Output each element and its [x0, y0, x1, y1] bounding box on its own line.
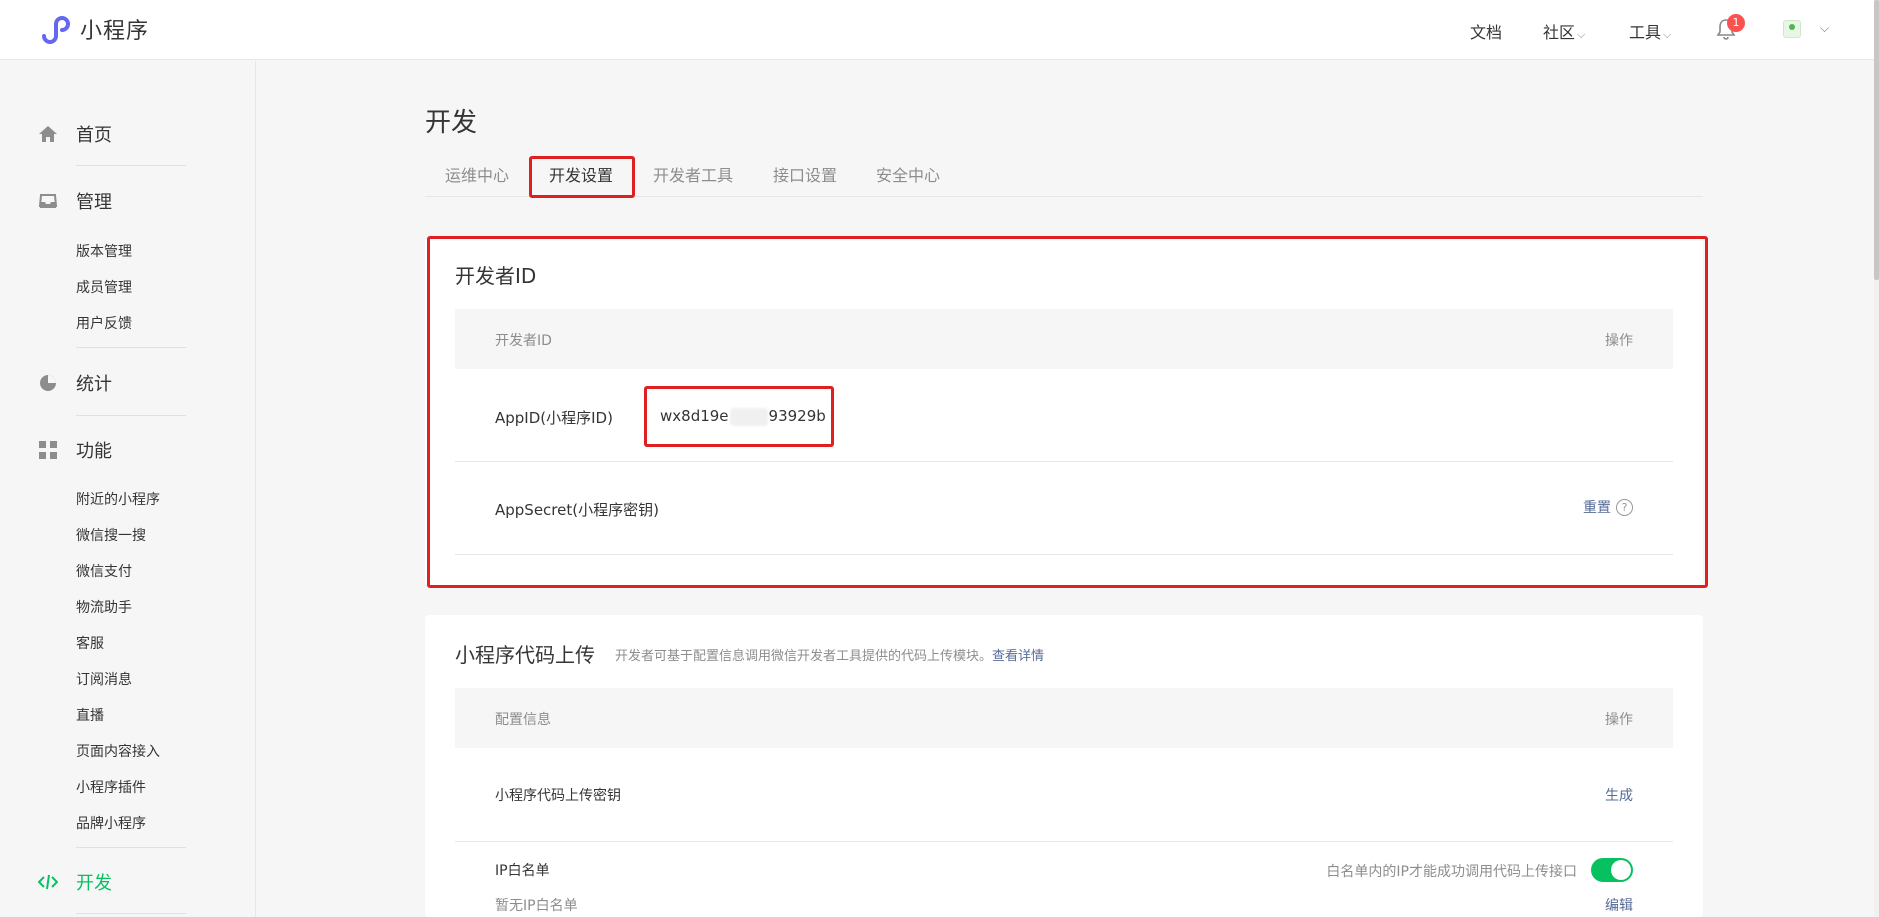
nav-tools[interactable]: 工具 ⌵ — [1629, 19, 1671, 43]
nav-community[interactable]: 社区 ⌵ — [1543, 19, 1585, 43]
developer-id-highlight-box — [427, 236, 1708, 588]
divider — [76, 913, 186, 914]
divider — [76, 165, 186, 166]
code-upload-card: 小程序代码上传 开发者可基于配置信息调用微信开发者工具提供的代码上传模块。查看详情… — [425, 615, 1703, 917]
grid-icon — [39, 441, 57, 459]
sidebar-item-plugins[interactable]: 小程序插件 — [76, 777, 146, 797]
divider — [76, 347, 186, 348]
sidebar-item-feedback[interactable]: 用户反馈 — [76, 313, 132, 333]
chevron-down-icon[interactable]: ⌵ — [1820, 21, 1829, 36]
ip-whitelist-hint: 白名单内的IP才能成功调用代码上传接口 — [1326, 864, 1577, 880]
sidebar-item-live[interactable]: 直播 — [76, 705, 104, 725]
sidebar-item-nearby[interactable]: 附近的小程序 — [76, 489, 160, 509]
home-icon — [39, 126, 57, 142]
ip-whitelist-label: IP白名单 — [495, 863, 550, 879]
view-details-link[interactable]: 查看详情 — [992, 649, 1044, 664]
column-header: 操作 — [1605, 712, 1633, 728]
generate-key-link[interactable]: 生成 — [1605, 785, 1633, 805]
nav-community-label: 社区 — [1543, 23, 1576, 42]
sidebar-item-manage[interactable]: 管理 — [38, 188, 112, 214]
tab-highlight-box — [529, 156, 635, 198]
table-row: 小程序代码上传密钥 生成 — [455, 748, 1673, 842]
sidebar-item-page-content[interactable]: 页面内容接入 — [76, 741, 160, 761]
sidebar-item-stats[interactable]: 统计 — [38, 370, 112, 396]
sidebar-item-subscribe[interactable]: 订阅消息 — [76, 669, 132, 689]
miniprogram-logo-icon — [42, 16, 70, 44]
tab-ops[interactable]: 运维中心 — [445, 158, 509, 194]
sidebar-item-pay[interactable]: 微信支付 — [76, 561, 132, 581]
code-icon — [38, 874, 58, 890]
card-description: 开发者可基于配置信息调用微信开发者工具提供的代码上传模块。查看详情 — [615, 649, 1044, 664]
avatar[interactable] — [1783, 20, 1801, 38]
description-text: 开发者可基于配置信息调用微信开发者工具提供的代码上传模块。 — [615, 649, 993, 664]
chevron-down-icon: ⌵ — [1663, 28, 1672, 41]
sidebar-item-version[interactable]: 版本管理 — [76, 241, 132, 261]
chevron-down-icon: ⌵ — [1577, 28, 1586, 41]
table-header: 配置信息 操作 — [455, 688, 1673, 748]
divider — [76, 847, 186, 848]
divider — [76, 415, 186, 416]
top-bar: 小程序 文档 社区 ⌵ 工具 ⌵ 1 ⌵ — [0, 0, 1874, 60]
card-title: 小程序代码上传 开发者可基于配置信息调用微信开发者工具提供的代码上传模块。查看详情 — [455, 639, 1044, 668]
tab-dev-tools[interactable]: 开发者工具 — [653, 158, 733, 194]
upload-key-label: 小程序代码上传密钥 — [495, 788, 621, 804]
sidebar: 首页 管理 版本管理 成员管理 用户反馈 统计 功能 附近的小程序 微信搜一搜 … — [0, 61, 256, 917]
sidebar-item-service[interactable]: 客服 — [76, 633, 104, 653]
ip-whitelist-empty: 暂无IP白名单 — [495, 898, 578, 914]
card-title-text: 小程序代码上传 — [455, 643, 595, 667]
sidebar-item-label: 开发 — [76, 873, 112, 894]
pie-chart-icon — [40, 375, 56, 391]
sidebar-item-members[interactable]: 成员管理 — [76, 277, 132, 297]
nav-docs[interactable]: 文档 — [1470, 19, 1502, 43]
app-name: 小程序 — [80, 19, 150, 44]
edit-ip-whitelist-link[interactable]: 编辑 — [1605, 895, 1633, 915]
ip-whitelist-toggle[interactable] — [1591, 858, 1633, 882]
tab-api-settings[interactable]: 接口设置 — [773, 158, 837, 194]
sidebar-item-search[interactable]: 微信搜一搜 — [76, 525, 146, 545]
inbox-icon — [38, 194, 58, 208]
sidebar-item-features[interactable]: 功能 — [38, 437, 112, 463]
sidebar-item-label: 功能 — [76, 441, 112, 462]
table-row: IP白名单 白名单内的IP才能成功调用代码上传接口 暂无IP白名单 编辑 — [455, 842, 1673, 917]
column-header: 配置信息 — [495, 712, 551, 728]
sidebar-item-home[interactable]: 首页 — [38, 121, 112, 147]
page-title: 开发 — [425, 108, 478, 138]
sidebar-item-develop[interactable]: 开发 — [38, 869, 112, 895]
sidebar-item-label: 统计 — [76, 374, 112, 395]
sidebar-item-label: 管理 — [76, 192, 112, 213]
logo[interactable]: 小程序 — [38, 12, 149, 46]
tab-security[interactable]: 安全中心 — [876, 158, 940, 194]
sidebar-item-label: 首页 — [76, 125, 112, 146]
appid-highlight-box — [644, 386, 834, 447]
sidebar-item-brand[interactable]: 品牌小程序 — [76, 813, 146, 833]
sidebar-item-logistics[interactable]: 物流助手 — [76, 597, 132, 617]
notification-badge: 1 — [1727, 14, 1745, 32]
nav-tools-label: 工具 — [1629, 23, 1662, 42]
scrollbar-thumb[interactable] — [1874, 0, 1879, 280]
